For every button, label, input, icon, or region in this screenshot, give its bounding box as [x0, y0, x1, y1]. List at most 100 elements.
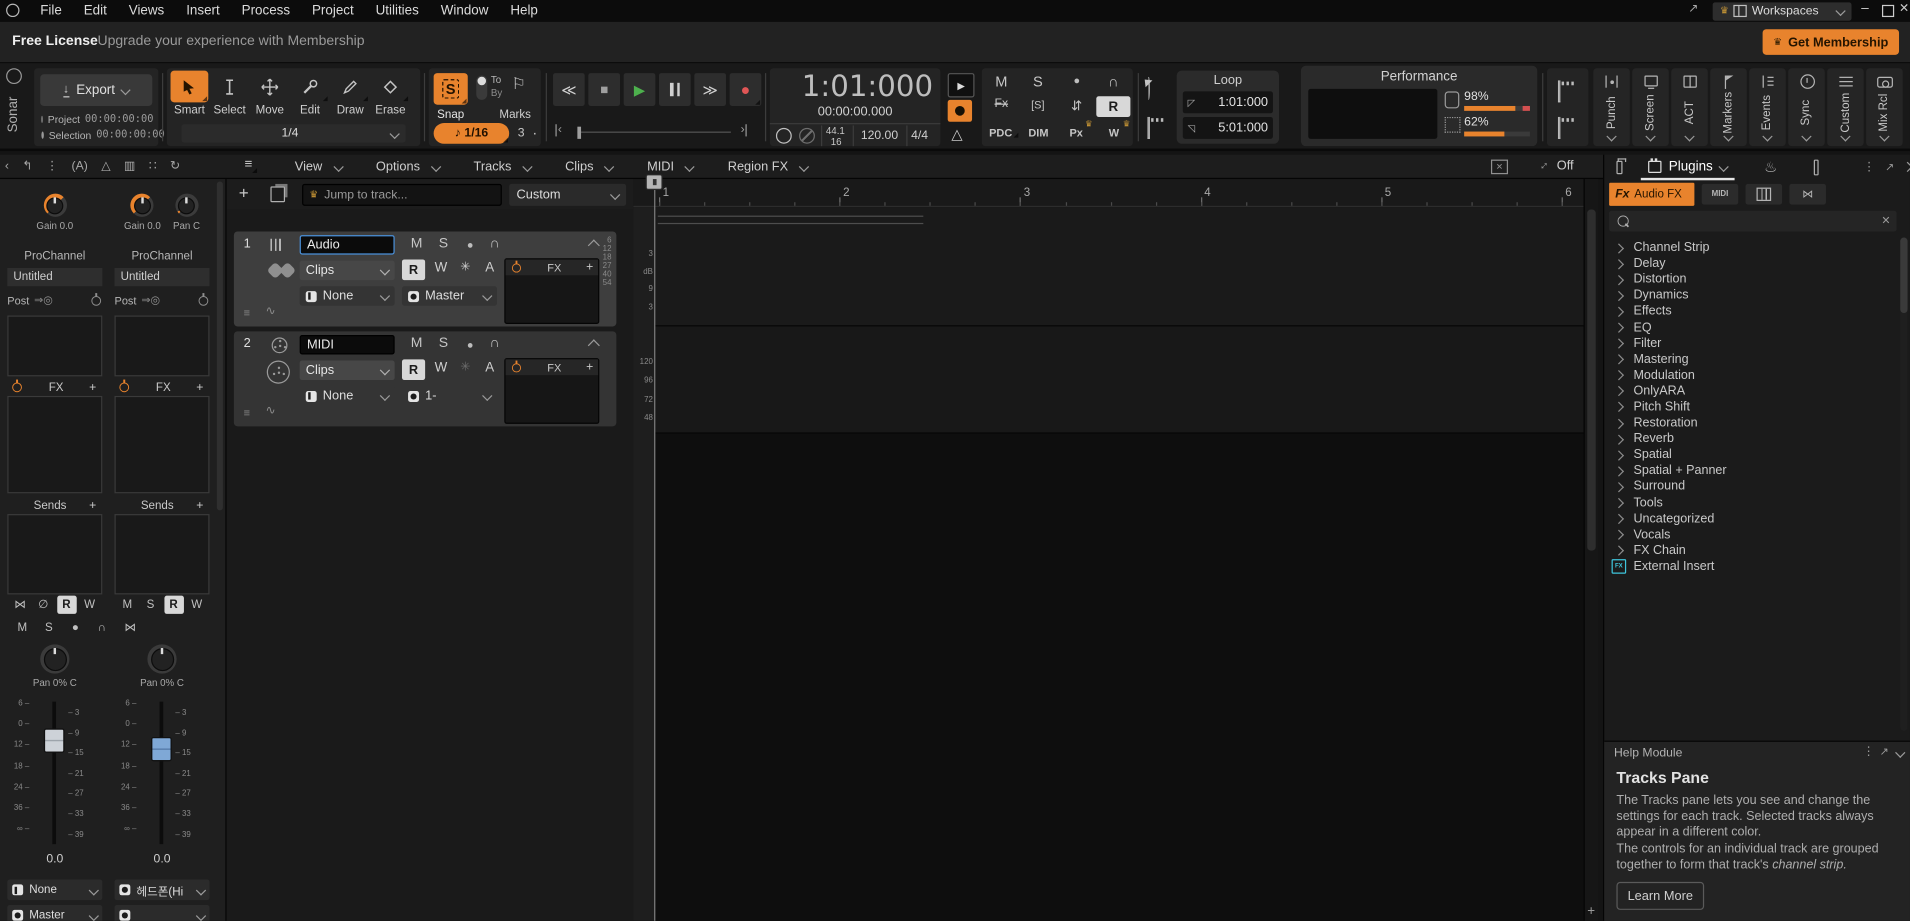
track-automation-lane-icon[interactable]: ∿ [266, 305, 276, 318]
plugin-category-uncategorized[interactable]: Uncategorized [1612, 511, 1892, 527]
tv-menu-clips[interactable]: Clips [548, 155, 630, 178]
track-arm-button[interactable]: ● [460, 339, 479, 351]
tv-menu-view[interactable]: View [278, 155, 359, 178]
metronome-icon[interactable]: △ [951, 125, 962, 142]
strip-read-automation-button[interactable]: R [164, 596, 183, 614]
plugin-category-surround[interactable]: Surround [1612, 479, 1892, 495]
plugin-list-scrollbar[interactable] [1900, 238, 1907, 731]
learn-more-button[interactable]: Learn More [1616, 882, 1704, 910]
fader-handle[interactable] [44, 728, 65, 752]
track-input-echo-button[interactable]: ∩ [485, 236, 504, 251]
track-freeze-icon[interactable]: ✳ [456, 261, 475, 274]
pan-knob[interactable] [147, 644, 176, 673]
strip-output-dropdown[interactable] [115, 905, 210, 921]
track-automation-button[interactable]: A [480, 361, 499, 376]
chevron-right-icon[interactable] [1614, 370, 1624, 380]
auto-track-icon[interactable]: (A) [72, 160, 88, 173]
strip-fx-box[interactable] [7, 396, 102, 493]
volume-fader[interactable]: 6 –0 –12 –18 –24 –36 –∞ –– 3– 9– 15– 21–… [5, 697, 105, 849]
track-name-field[interactable]: MIDI [300, 335, 395, 354]
loop-icon[interactable] [1147, 78, 1149, 100]
chevron-down-icon[interactable] [1879, 131, 1889, 141]
chevron-right-icon[interactable] [1614, 514, 1624, 524]
draw-resolution-dropdown[interactable]: 1/4 [181, 124, 405, 142]
track-name-field[interactable]: Audio [300, 235, 395, 254]
float-module-icon[interactable]: ↗ [1880, 745, 1889, 758]
play-button[interactable]: ▶ [624, 73, 656, 106]
metronome-disabled-icon[interactable] [799, 128, 815, 144]
tool-smart-button[interactable]: Smart [171, 71, 209, 117]
clip-lane-midi[interactable] [655, 326, 1583, 433]
loop-end-field[interactable]: ◹ 5:01:000 [1183, 117, 1273, 139]
close-button[interactable]: ✕ [1899, 2, 1909, 15]
solo-dim-icon[interactable]: ⇆ [1069, 96, 1085, 115]
fx-add-icon[interactable]: + [89, 381, 96, 394]
module-punch[interactable]: Punch [1593, 68, 1630, 146]
chevron-down-icon[interactable] [1684, 131, 1694, 141]
menu-process[interactable]: Process [231, 0, 301, 22]
maximize-button[interactable] [1882, 5, 1894, 17]
menu-insert[interactable]: Insert [175, 0, 230, 22]
chevron-right-icon[interactable] [1614, 498, 1624, 508]
track-output-dropdown[interactable]: 1- [402, 386, 497, 405]
now-time-secondary[interactable]: 00:00:00.000 [770, 105, 941, 120]
global-mute-button[interactable]: M [992, 73, 1011, 90]
track-read-button[interactable]: R [402, 259, 425, 280]
module-events[interactable]: Events [1749, 68, 1786, 146]
strip-output-dropdown[interactable]: None [7, 879, 102, 900]
strip-read-automation-button[interactable]: R [57, 596, 76, 614]
track-freeze-icon[interactable]: ✳ [456, 361, 475, 374]
clear-search-icon[interactable]: ✕ [1881, 214, 1890, 227]
refresh-icon[interactable]: ↻ [170, 160, 180, 173]
chevron-down-icon[interactable] [1840, 131, 1850, 141]
minimize-button[interactable]: – [1861, 1, 1868, 16]
plugin-category-pitch-shift[interactable]: Pitch Shift [1612, 399, 1892, 415]
chevron-right-icon[interactable] [1614, 482, 1624, 492]
xray-icon[interactable]: ✕ [1491, 160, 1508, 175]
tv-menu-tracks[interactable]: Tracks [457, 155, 549, 178]
exclusive-solo-button[interactable]: [S] [1026, 99, 1050, 111]
duplicate-track-icon[interactable] [270, 186, 285, 202]
track-layers-icon[interactable]: ≡ [244, 407, 250, 419]
arm-record-button[interactable] [948, 100, 972, 122]
loop-start-field[interactable]: ◸ 1:01:000 [1183, 91, 1273, 113]
scope-radio-icon[interactable] [41, 115, 43, 122]
post-label[interactable]: Post [115, 294, 137, 306]
workspace-preset-dropdown[interactable]: Custom [509, 184, 626, 206]
prochannel-power-icon[interactable] [199, 295, 209, 305]
clips-vertical-scrollbar[interactable]: + [1584, 179, 1599, 921]
tool-erase-button[interactable]: Erase [372, 71, 410, 117]
inspector-scrollbar[interactable] [217, 181, 223, 510]
sends-add-icon[interactable]: + [89, 499, 96, 512]
tool-move-button[interactable]: Move [251, 71, 289, 117]
strip-name-field[interactable]: Untitled [115, 268, 210, 286]
plugin-category-dynamics[interactable]: Dynamics [1612, 288, 1892, 304]
plugin-category-modulation[interactable]: Modulation [1612, 368, 1892, 384]
kebab-icon[interactable]: ⋮ [1862, 745, 1874, 758]
chevron-down-icon[interactable] [1645, 131, 1655, 141]
plugin-category-reverb[interactable]: Reverb [1612, 431, 1892, 447]
track-fx-rack[interactable]: FX+ [504, 258, 599, 324]
track-fx-rack[interactable]: FX+ [504, 358, 599, 424]
pan-knob[interactable] [175, 194, 198, 217]
global-dim-button[interactable]: DIM [1020, 127, 1058, 139]
trackview-menu-icon[interactable]: ≡ [239, 157, 258, 174]
track-input-echo-button[interactable]: ∩ [485, 336, 504, 351]
collapse-panel-icon[interactable] [1902, 162, 1910, 172]
plugin-search-field[interactable]: ✕ [1609, 211, 1896, 232]
pin-window-icon[interactable]: ↗ [1688, 2, 1698, 15]
plugin-category-effects[interactable]: Effects [1612, 304, 1892, 320]
strip-fx-box[interactable] [115, 396, 210, 493]
pause-button[interactable] [659, 73, 691, 106]
xray-state-label[interactable]: Off [1557, 158, 1574, 173]
kebab-icon[interactable]: ⋮ [1863, 160, 1875, 173]
chevron-right-icon[interactable] [1614, 418, 1624, 428]
track-input-dropdown[interactable]: None [300, 386, 395, 405]
prochannel-power-icon[interactable] [91, 295, 101, 305]
meter-value[interactable]: 4/4 [911, 129, 928, 142]
get-membership-button[interactable]: ♛ Get Membership [1763, 29, 1899, 55]
chevron-right-icon[interactable] [1614, 338, 1624, 348]
time-ruler[interactable]: 123456 [633, 179, 1583, 207]
plugin-category-tools[interactable]: Tools [1612, 495, 1892, 511]
fader-handle[interactable] [151, 737, 172, 761]
